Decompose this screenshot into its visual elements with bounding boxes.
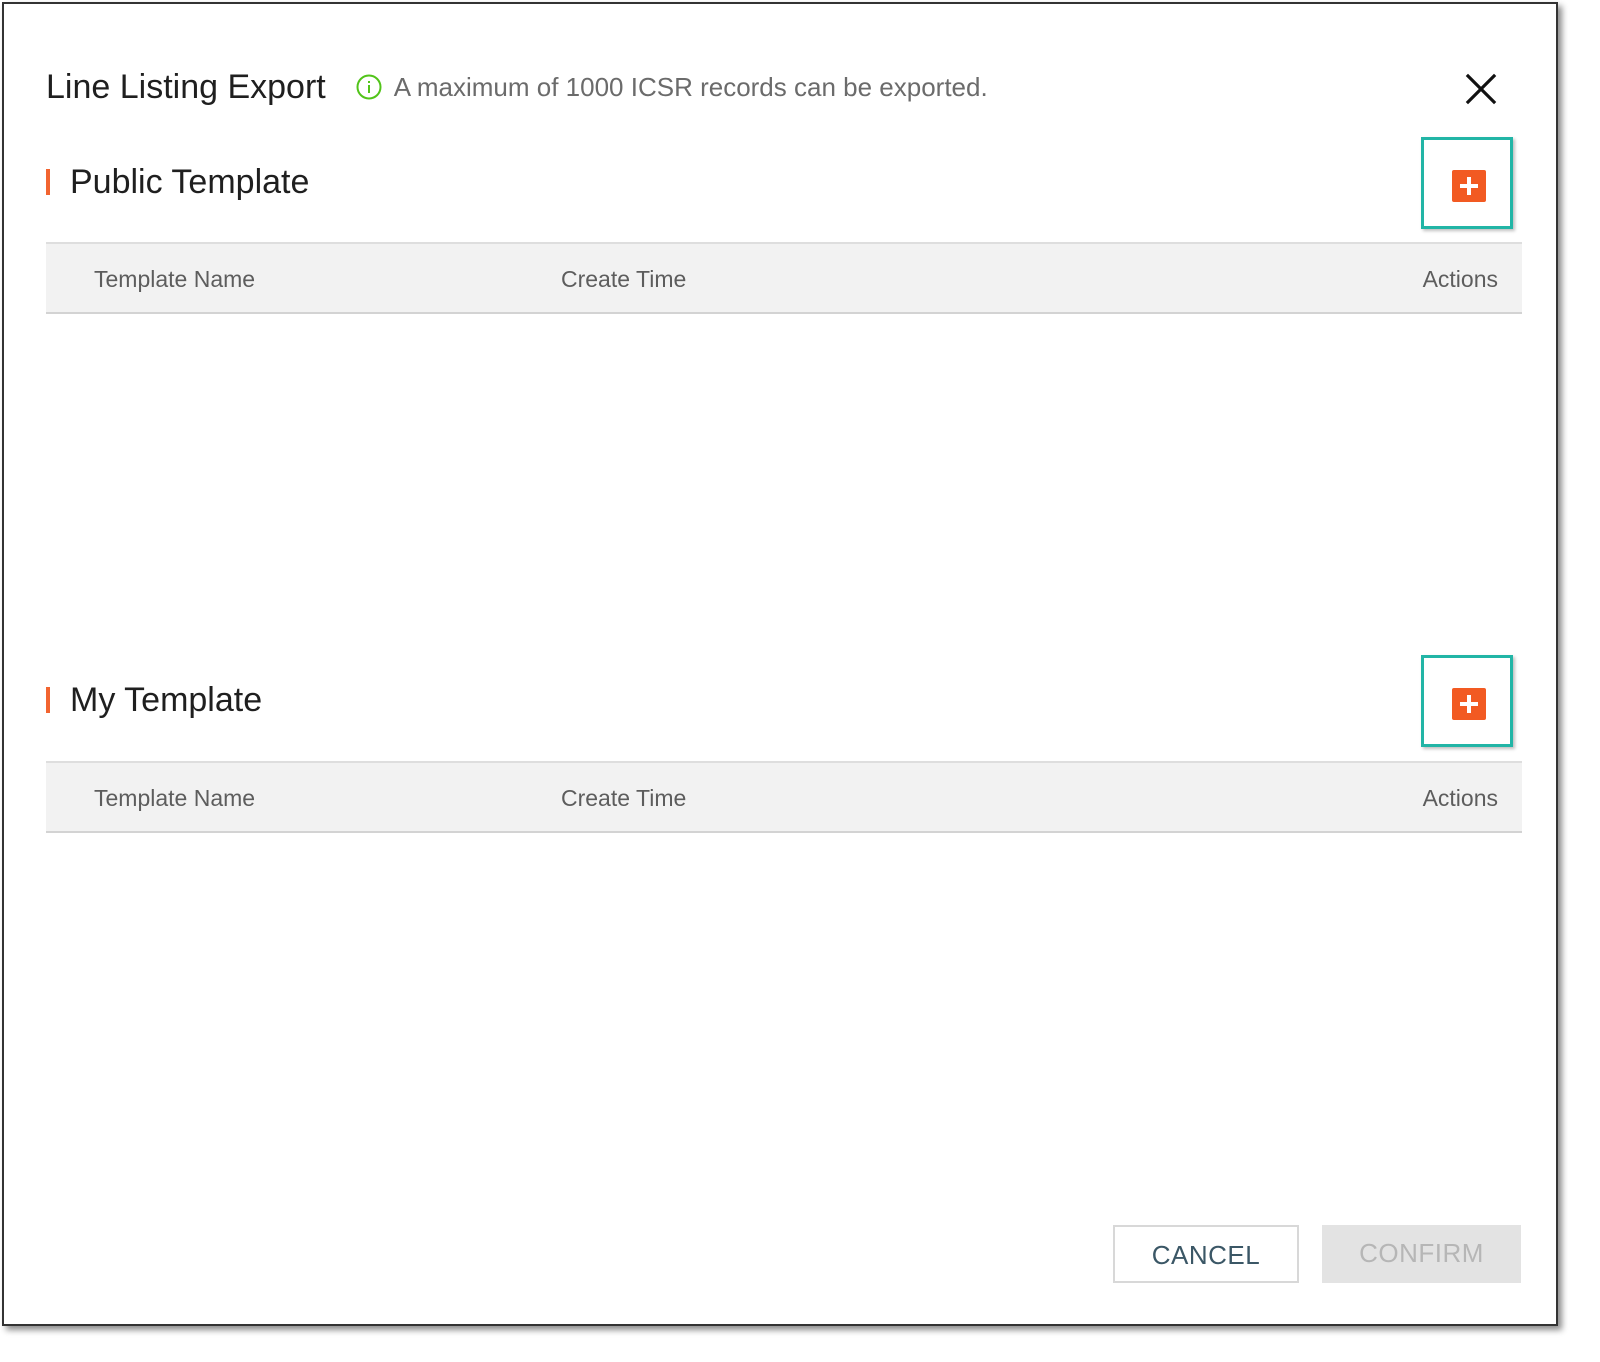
- my-template-table-header: Template Name Create Time Actions: [46, 761, 1522, 833]
- column-create-time: Create Time: [561, 785, 687, 811]
- line-listing-export-dialog: Line Listing Export A maximum of 1000 IC…: [2, 2, 1558, 1326]
- public-template-table-header: Template Name Create Time Actions: [46, 242, 1522, 314]
- column-template-name: Template Name: [94, 266, 256, 292]
- column-actions: Actions: [1422, 785, 1498, 811]
- column-template-name: Template Name: [94, 785, 256, 811]
- add-my-template-button[interactable]: [1421, 655, 1513, 747]
- dialog-title: Line Listing Export: [46, 67, 326, 106]
- column-create-time: Create Time: [561, 266, 687, 292]
- my-template-title: My Template: [70, 680, 263, 719]
- column-actions: Actions: [1422, 266, 1498, 292]
- section-accent-bar: [46, 169, 50, 195]
- plus-icon[interactable]: [1452, 688, 1486, 720]
- public-template-title: Public Template: [70, 162, 310, 201]
- close-icon[interactable]: [1462, 70, 1500, 108]
- confirm-button: CONFIRM: [1322, 1225, 1521, 1283]
- section-accent-bar: [46, 687, 50, 713]
- dialog-header: Line Listing Export A maximum of 1000 IC…: [46, 64, 988, 110]
- notice-text: A maximum of 1000 ICSR records can be ex…: [393, 71, 988, 102]
- add-public-template-button[interactable]: [1421, 137, 1513, 229]
- cancel-button[interactable]: CANCEL: [1113, 1225, 1299, 1283]
- info-circle-icon: [356, 74, 382, 100]
- my-template-heading: My Template: [46, 680, 262, 720]
- public-template-heading: Public Template: [46, 162, 309, 202]
- plus-icon[interactable]: [1452, 170, 1486, 202]
- export-limit-notice: A maximum of 1000 ICSR records can be ex…: [356, 72, 988, 103]
